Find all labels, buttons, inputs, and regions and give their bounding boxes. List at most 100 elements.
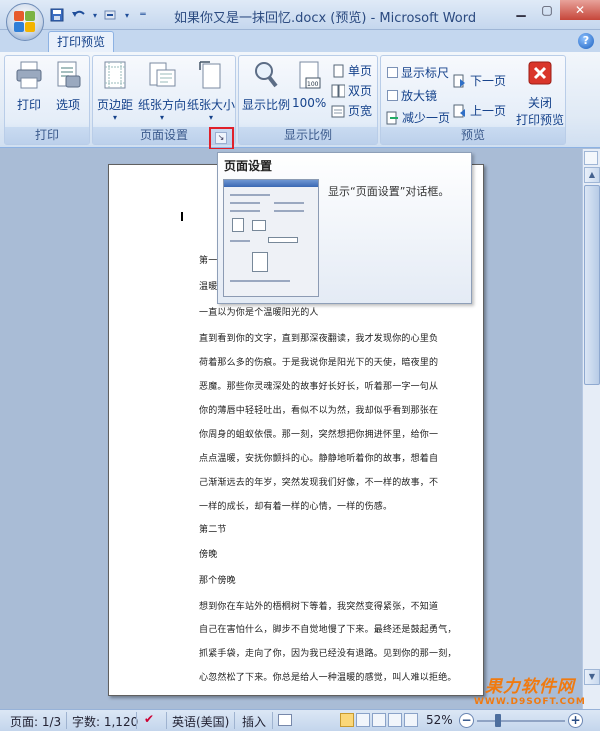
insert-mode-indicator[interactable]: 插入 — [242, 713, 266, 730]
one-page-icon — [333, 64, 344, 77]
page-setup-dialog-launcher-icon[interactable]: ↘ — [215, 132, 227, 144]
print-button[interactable]: 打印 — [11, 60, 47, 113]
scroll-up-icon[interactable]: ▲ — [584, 167, 600, 183]
next-page-label: 下一页 — [470, 74, 507, 88]
document-line: 你周身的蛆蚁依偎。那一刻，突然想把你拥进怀里，给你一 — [199, 430, 439, 440]
print-layout-view-icon[interactable] — [340, 713, 354, 727]
outline-view-icon[interactable] — [388, 713, 402, 727]
print-label: 打印 — [16, 98, 41, 112]
paper-size-icon — [199, 61, 221, 89]
previous-page-label: 上一页 — [470, 104, 507, 118]
scroll-thumb[interactable] — [584, 185, 600, 385]
preview-group-label: 预览 — [381, 127, 565, 144]
office-button[interactable] — [6, 3, 44, 41]
redo-dropdown-icon[interactable]: ▾ — [124, 7, 130, 23]
word-count[interactable]: 字数: 1,120 — [72, 713, 138, 730]
document-line: 一样的成长，却有着一样的心情，一样的伤感。 — [199, 502, 393, 512]
document-line: 点点温暖，安抚你颤抖的心。静静地听着你的故事，想着自 — [199, 454, 439, 464]
macro-record-icon[interactable] — [278, 714, 292, 726]
close-preview-icon — [528, 61, 552, 85]
close-print-preview-button[interactable]: 关闭 打印预览 — [515, 60, 565, 128]
options-button[interactable]: 选项 — [51, 60, 85, 113]
zoom-100-button[interactable]: 100 100% — [292, 60, 326, 110]
watermark-url: WWW.D9SOFT.COM — [474, 697, 586, 707]
document-line: 你的薄唇中轻轻吐出，看似不以为然，我却似乎看到那张在 — [199, 406, 439, 416]
margins-dropdown-icon: ▾ — [112, 113, 117, 122]
zoom-level[interactable]: 52% — [426, 713, 453, 727]
shrink-one-page-button[interactable]: 减少一页 — [385, 109, 450, 126]
next-page-icon — [453, 74, 465, 87]
save-icon[interactable] — [48, 7, 66, 23]
document-line: 心忽然松了下来。你总是给人一种温暖的感觉，叫人难以拒绝。 — [199, 673, 457, 683]
show-ruler-label: 显示标尺 — [401, 66, 450, 80]
magnifier-label: 放大镜 — [401, 89, 438, 103]
vertical-scrollbar[interactable]: ▲ ▼ — [582, 149, 600, 709]
zoom-group-label: 显示比例 — [239, 127, 377, 144]
orientation-button[interactable]: 纸张方向 ▾ — [137, 60, 187, 122]
document-line: 那个傍晚 — [199, 576, 236, 586]
margins-button[interactable]: 页边距 ▾ — [95, 60, 135, 122]
shrink-one-page-label: 减少一页 — [402, 111, 451, 125]
orientation-icon — [149, 62, 176, 87]
orientation-dropdown-icon: ▾ — [159, 113, 164, 122]
tooltip-title: 页面设置 — [224, 159, 273, 173]
tooltip-description: 显示“页面设置”对话框。 — [328, 185, 450, 198]
zoom-button[interactable]: 显示比例 — [241, 60, 291, 113]
tab-print-preview[interactable]: 打印预览 — [48, 31, 114, 53]
document-line: 抓紧手袋，走向了你，因为我已经没有退路。见到你的那一刻， — [199, 649, 457, 659]
help-icon[interactable]: ? — [578, 33, 594, 49]
scroll-down-icon[interactable]: ▼ — [584, 669, 600, 685]
two-pages-button[interactable]: 双页 — [331, 82, 372, 99]
document-line: 第二节 — [199, 525, 227, 535]
proofing-icon[interactable]: ✔ — [144, 712, 154, 726]
margins-label: 页边距 — [96, 98, 133, 112]
office-logo-icon — [14, 11, 36, 33]
preview-group: 显示标尺 放大镜 减少一页 下一页 上一页 关闭 打印预览 预览 — [380, 55, 566, 145]
maximize-icon[interactable]: ▢ — [534, 0, 560, 20]
page-width-button[interactable]: 页宽 — [331, 102, 372, 119]
magnifier-icon — [255, 62, 278, 88]
window-controls: ▁ ▢ ✕ — [508, 0, 600, 20]
close-preview-label-line2: 打印预览 — [515, 113, 564, 127]
zoom-100-icon: 100 — [299, 61, 321, 89]
options-label: 选项 — [55, 98, 80, 112]
customize-icon[interactable]: ═ — [134, 7, 152, 23]
zoom-out-icon[interactable]: − — [459, 713, 474, 728]
document-line: 温暖 — [199, 282, 218, 292]
previous-page-button[interactable]: 上一页 — [453, 102, 506, 119]
undo-dropdown-icon[interactable]: ▾ — [92, 7, 98, 23]
minimize-icon[interactable]: ▁ — [508, 0, 534, 20]
page-width-label: 页宽 — [348, 104, 373, 118]
one-page-label: 单页 — [348, 64, 373, 78]
page-setup-tooltip: 页面设置 显示“页面设置”对话框。 — [217, 152, 472, 304]
redo-icon[interactable] — [102, 7, 120, 23]
printer-icon — [16, 61, 42, 89]
show-ruler-check-icon[interactable] — [387, 67, 398, 78]
previous-page-icon — [453, 104, 465, 117]
undo-icon[interactable] — [70, 7, 88, 23]
page-setup-dialog-thumbnail — [223, 179, 319, 297]
language-indicator[interactable]: 英语(美国) — [172, 713, 229, 730]
zoom-slider-thumb[interactable] — [494, 714, 501, 727]
options-icon — [57, 61, 81, 88]
close-window-icon[interactable]: ✕ — [560, 0, 600, 20]
page-setup-group: 页边距 ▾ 纸张方向 ▾ 纸张大小 ▾ 页面设置 ↘ — [92, 55, 236, 150]
zoom-slider-track[interactable] — [477, 720, 565, 722]
draft-view-icon[interactable] — [404, 713, 418, 727]
magnifier-checkbox[interactable]: 放大镜 — [387, 87, 437, 104]
document-line: 己渐渐远去的年岁，突然发现我们好像，不一样的故事，不 — [199, 478, 439, 488]
next-page-button[interactable]: 下一页 — [453, 72, 506, 89]
ruler-toggle-icon[interactable] — [584, 151, 598, 165]
margins-icon — [104, 61, 126, 89]
web-layout-view-icon[interactable] — [372, 713, 386, 727]
print-group-label: 打印 — [5, 127, 89, 144]
document-line: 自己在害怕什么，脚步不自觉地慢了下来。最终还是鼓起勇气， — [199, 625, 457, 635]
show-ruler-checkbox[interactable]: 显示标尺 — [387, 64, 449, 81]
shrink-one-page-icon — [386, 111, 398, 124]
page-indicator[interactable]: 页面: 1/3 — [10, 713, 61, 730]
zoom-in-icon[interactable]: + — [568, 713, 583, 728]
paper-size-button[interactable]: 纸张大小 ▾ — [187, 60, 235, 122]
magnifier-check-icon[interactable] — [387, 90, 398, 101]
one-page-button[interactable]: 单页 — [331, 62, 372, 79]
full-screen-reading-view-icon[interactable] — [356, 713, 370, 727]
